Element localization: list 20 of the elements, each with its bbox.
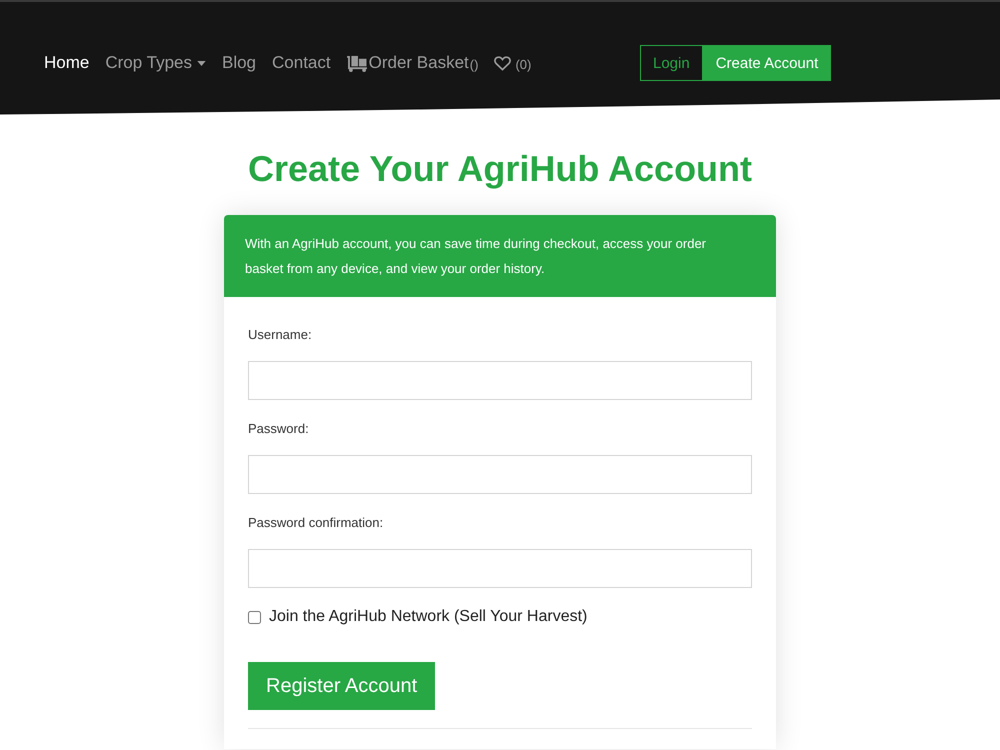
nav-link[interactable]: Blog: [222, 52, 256, 74]
intro-text: With an AgriHub account, you can save time during checkout, access your order basket from any device, and view your order history.: [245, 235, 708, 278]
field-label: Username:: [248, 326, 312, 344]
input-field[interactable]: [248, 361, 752, 400]
input-field[interactable]: [248, 455, 752, 494]
page-title: Create Your AgriHub Account: [248, 147, 752, 191]
nav-link[interactable]: Home: [44, 52, 90, 74]
basket-link[interactable]: Order Basket(): [346, 50, 478, 76]
wishlist-link[interactable]: (0): [494, 50, 532, 76]
login-button[interactable]: Login: [640, 45, 703, 81]
heart-icon: [494, 56, 512, 70]
input-field[interactable]: [248, 549, 752, 588]
checkbox[interactable]: [248, 610, 261, 624]
field-label: Password confirmation:: [248, 514, 384, 532]
caret-icon: [196, 60, 206, 66]
checkbox-label: Join the AgriHub Network (Sell Your Harvest): [269, 607, 588, 627]
field-label: Password:: [248, 420, 309, 438]
nav-dropdown[interactable]: Crop Types: [105, 52, 206, 74]
hand-truck-icon: [346, 54, 368, 72]
nav-link[interactable]: Contact: [272, 52, 331, 74]
